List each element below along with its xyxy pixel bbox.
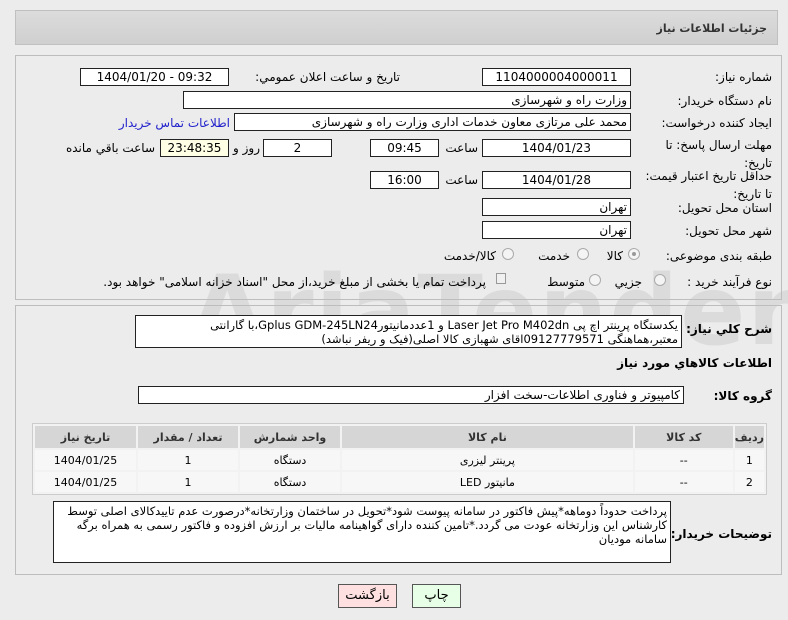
need-number-field: 1104000004000011	[482, 68, 631, 86]
group-label: گروه کالا:	[713, 389, 772, 403]
city-label: شهر محل تحویل:	[685, 224, 772, 238]
days-field: 2	[263, 139, 332, 157]
cell-qty: 1	[138, 450, 238, 470]
cell-date: 1404/01/25	[35, 450, 136, 470]
category-goods-label: کالا	[606, 249, 623, 263]
province-field: تهران	[482, 198, 631, 216]
category-service-label: خدمت	[538, 249, 570, 263]
need-number-label: شماره نیاز:	[715, 70, 772, 84]
cell-row: 1	[734, 450, 764, 470]
cell-code: --	[634, 472, 733, 492]
city-field: تهران	[482, 221, 631, 239]
cell-date: 1404/01/25	[35, 472, 136, 492]
col-qty: تعداد / مقدار	[138, 426, 238, 448]
category-radio-goods[interactable]	[628, 248, 640, 260]
table-header-row: ردیف کد کالا نام کالا واحد شمارش تعداد /…	[35, 426, 764, 448]
category-radio-service[interactable]	[577, 248, 589, 260]
cell-name: پرینتر لیزری	[342, 450, 633, 470]
notes-textarea[interactable]: پرداخت حدوداً دوماهه*پیش فاکتور در سامان…	[53, 501, 671, 563]
treasury-text: پرداخت تمام یا بخشی از مبلغ خرید،از محل …	[103, 275, 486, 289]
col-name: نام کالا	[342, 426, 633, 448]
announce-field: 1404/01/20 - 09:32	[80, 68, 229, 86]
province-label: استان محل تحویل:	[677, 201, 772, 215]
announce-label: تاریخ و ساعت اعلان عمومي:	[255, 70, 400, 84]
process-radio-minor[interactable]	[654, 274, 666, 286]
buyer-org-field: وزارت راه و شهرسازی	[183, 91, 631, 109]
validity-time-field: 16:00	[370, 171, 439, 189]
cell-unit: دستگاه	[240, 472, 340, 492]
remaining-time-field: 23:48:35	[160, 139, 229, 157]
group-field: کامپیوتر و فناوری اطلاعات-سخت افزار	[138, 386, 684, 404]
creator-label: ایجاد کننده درخواست:	[661, 116, 772, 130]
watermark-logo: AriaTender.net	[190, 255, 788, 367]
goods-table: ردیف کد کالا نام کالا واحد شمارش تعداد /…	[32, 423, 767, 495]
category-label: طبقه بندی موضوعی:	[665, 249, 772, 263]
col-row: ردیف	[734, 426, 764, 448]
table-row: 1 -- پرینتر لیزری دستگاه 1 1404/01/25	[35, 450, 764, 470]
process-medium-label: متوسط	[547, 275, 585, 289]
deadline-date-field: 1404/01/23	[482, 139, 631, 157]
cell-code: --	[634, 450, 733, 470]
cell-unit: دستگاه	[240, 450, 340, 470]
treasury-checkbox[interactable]	[496, 273, 506, 284]
back-button[interactable]: بازگشت	[338, 584, 397, 608]
page-title: جزئیات اطلاعات نیاز	[656, 22, 768, 35]
process-minor-label: جزیي	[614, 275, 642, 289]
col-date: تاریخ نیاز	[35, 426, 136, 448]
validity-date-field: 1404/01/28	[482, 171, 631, 189]
description-textarea[interactable]: یکدستگاه پرینتر اچ پی Laser Jet Pro M402…	[135, 315, 682, 348]
days-label: روز و	[233, 141, 260, 155]
creator-field: محمد علی مرتازی معاون خدمات اداری وزارت …	[234, 113, 631, 131]
remaining-label: ساعت باقي مانده	[65, 141, 155, 155]
process-radio-medium[interactable]	[589, 274, 601, 286]
deadline-time-field: 09:45	[370, 139, 439, 157]
table-row: 2 -- مانیتور LED دستگاه 1 1404/01/25	[35, 472, 764, 492]
page-header: جزئیات اطلاعات نیاز	[15, 10, 778, 45]
col-unit: واحد شمارش	[240, 426, 340, 448]
print-button[interactable]: چاپ	[412, 584, 461, 608]
category-both-label: کالا/خدمت	[443, 249, 496, 263]
cell-qty: 1	[138, 472, 238, 492]
buyer-contact-link[interactable]: اطلاعات تماس خریدار	[119, 116, 230, 130]
validity-label: حداقل تاریخ اعتبار قیمت: تا تاریخ:	[645, 169, 772, 201]
deadline-time-label: ساعت	[445, 141, 478, 155]
validity-time-label: ساعت	[445, 173, 478, 187]
buyer-org-label: نام دستگاه خریدار:	[677, 94, 773, 108]
process-label: نوع فرآیند خرید :	[687, 275, 772, 289]
col-code: کد کالا	[634, 426, 733, 448]
cell-row: 2	[734, 472, 764, 492]
category-radio-both[interactable]	[502, 248, 514, 260]
description-label: شرح کلي نیاز:	[686, 322, 772, 336]
notes-label: توضیحات خریدار:	[670, 527, 772, 541]
goods-heading: اطلاعات کالاهاي مورد نیاز	[617, 356, 772, 370]
cell-name: مانیتور LED	[342, 472, 633, 492]
